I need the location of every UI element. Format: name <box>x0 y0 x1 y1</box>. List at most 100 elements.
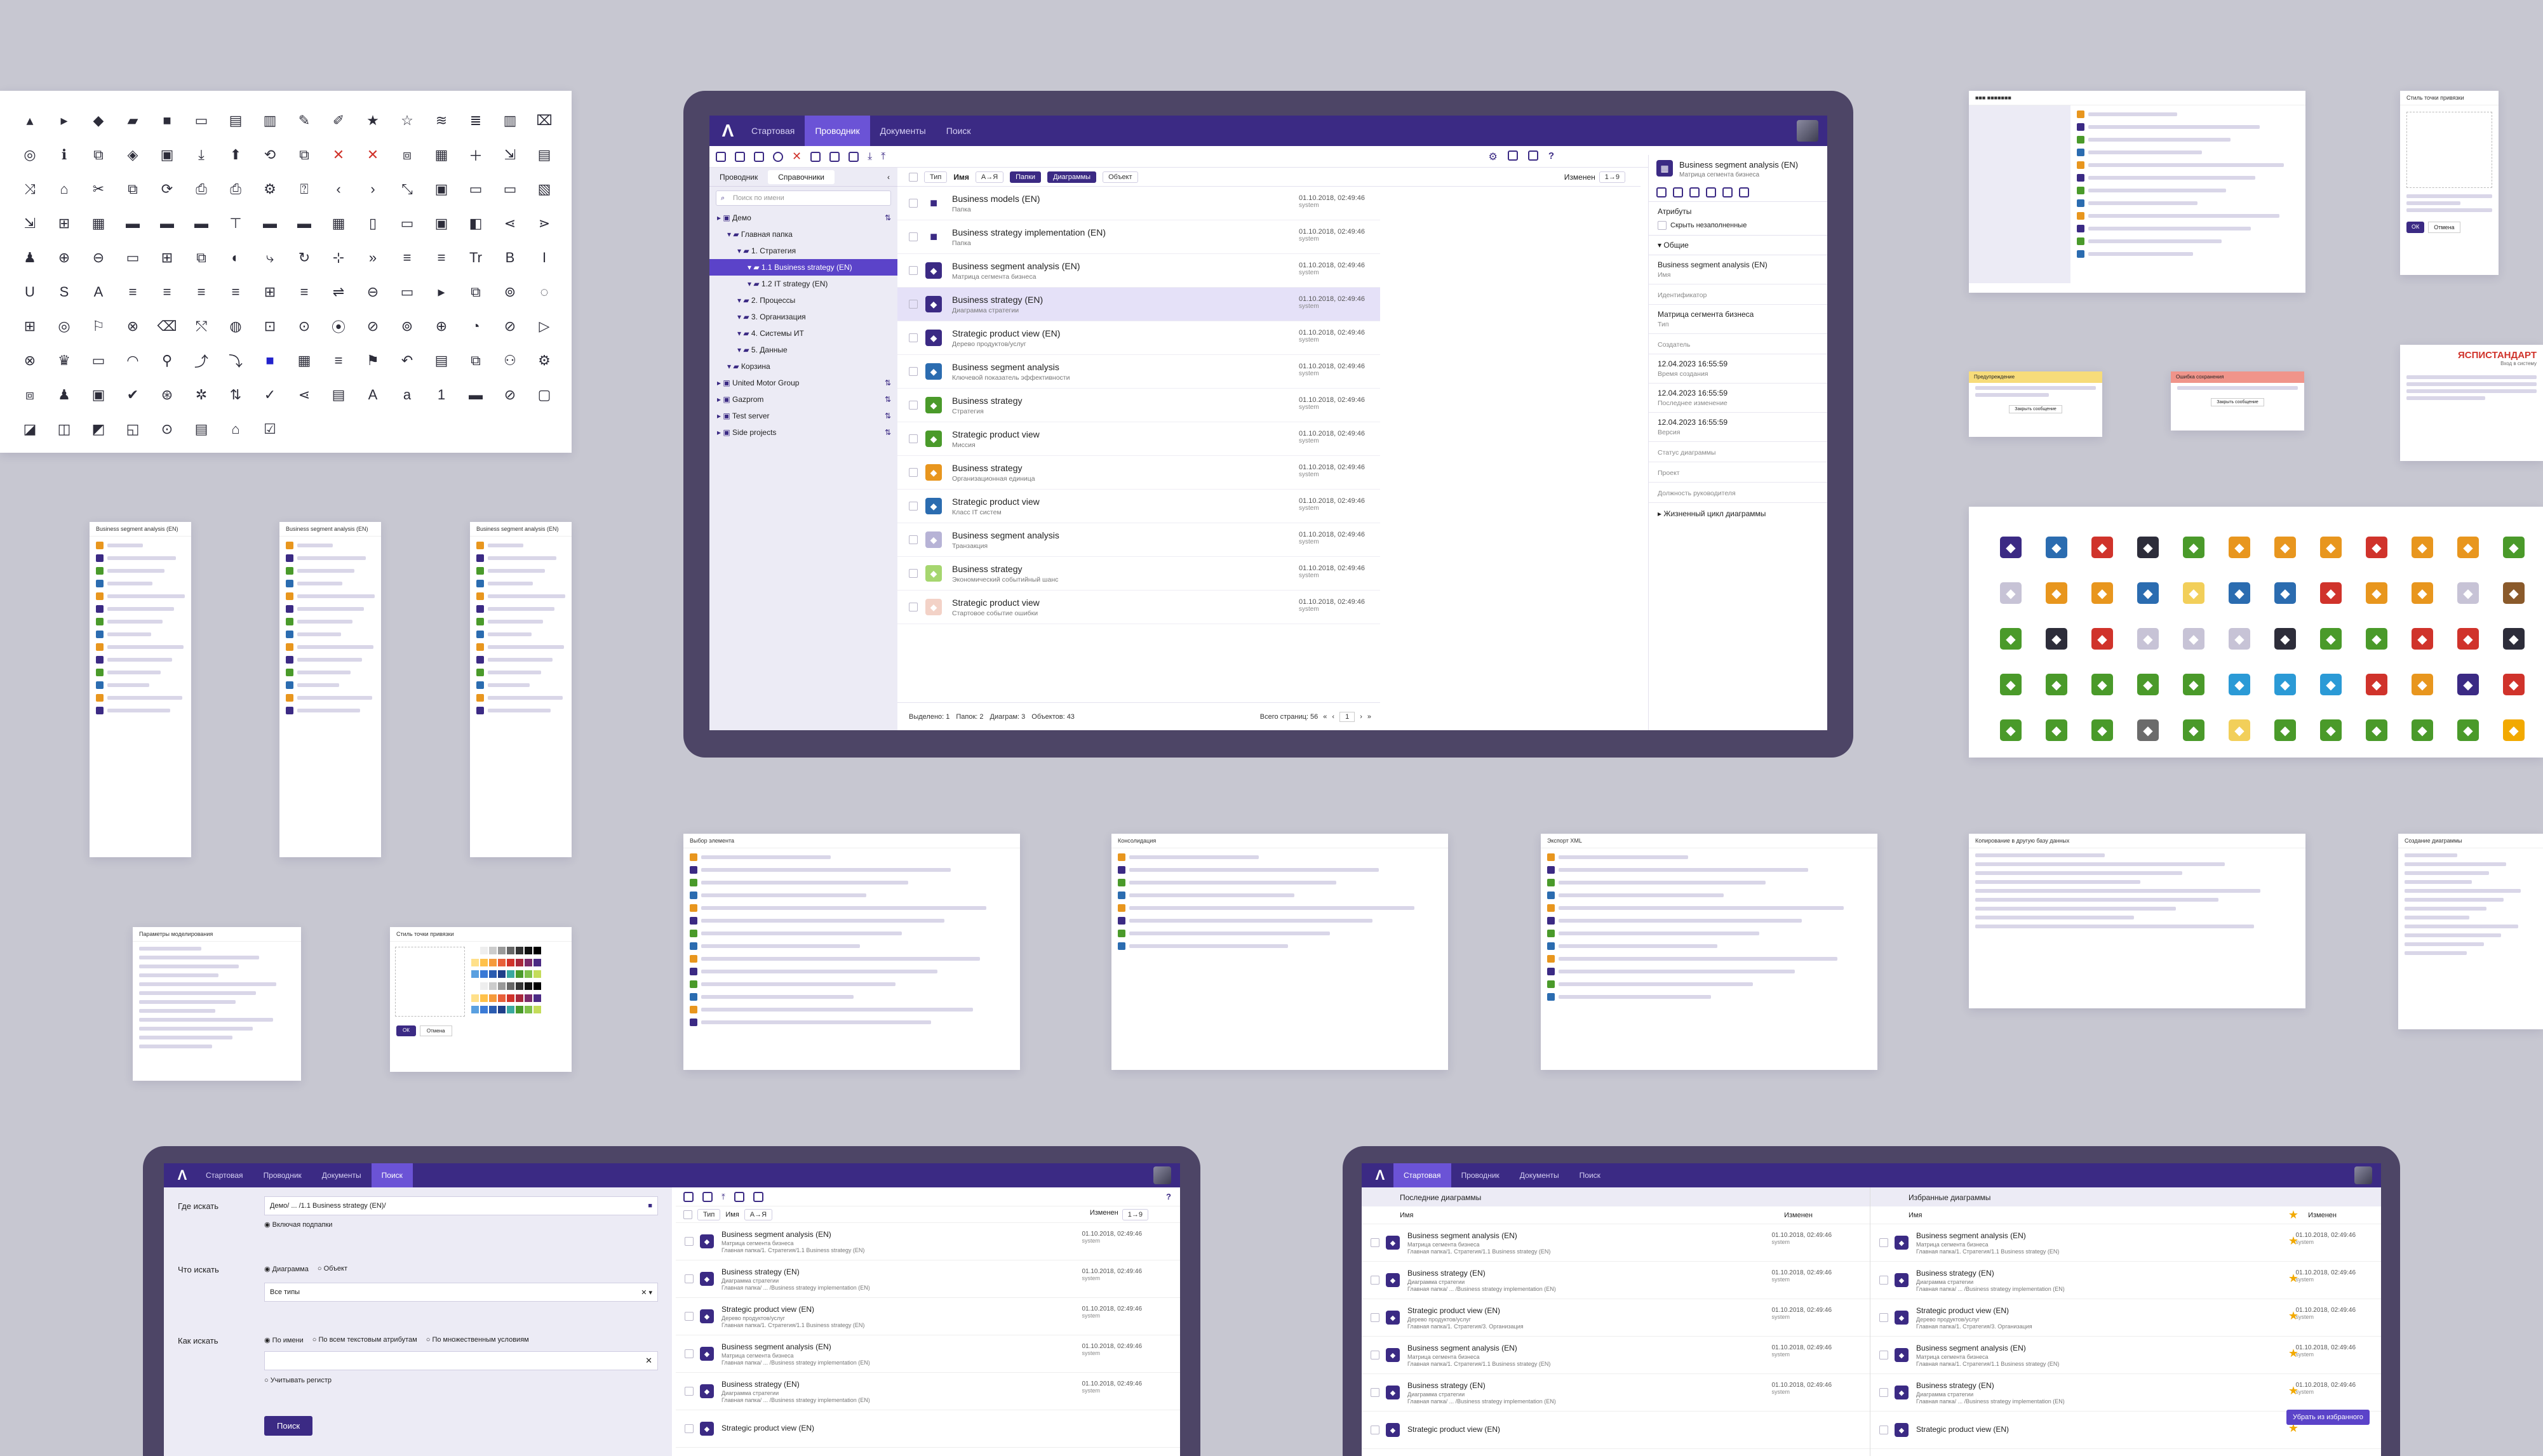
recent-changed-header[interactable]: Изменен <box>1784 1212 1813 1219</box>
recent-name-header[interactable]: Имя <box>1400 1212 1413 1219</box>
filter-objects[interactable]: Объект <box>1103 171 1138 183</box>
how-name-radio[interactable]: ◉ По имени <box>264 1336 304 1344</box>
search-select-all[interactable] <box>683 1210 692 1219</box>
link-icon[interactable] <box>849 151 859 162</box>
tab-3[interactable]: Поиск <box>1569 1163 1611 1187</box>
first-page-button[interactable]: « <box>1323 713 1327 721</box>
tree-node[interactable]: ▾ ▰ Главная папка <box>709 226 897 243</box>
row-checkbox[interactable] <box>685 1312 694 1321</box>
select-all-checkbox[interactable] <box>909 172 918 182</box>
copy-icon[interactable] <box>754 151 764 162</box>
name-column-header[interactable]: Имя <box>953 173 969 182</box>
start-avatar[interactable] <box>2354 1166 2372 1184</box>
result-row[interactable]: ◆ Strategic product view (EN) Дерево проду… <box>1870 1299 2381 1337</box>
property-row[interactable]: Матрица сегмента бизнеса Тип <box>1649 305 1827 334</box>
result-row[interactable]: ◆ Business segment analysis (EN) Матрица с… <box>1362 1224 1870 1262</box>
result-row[interactable]: ◆ Strategic product view (EN) <box>676 1410 1180 1448</box>
tree-node[interactable]: ▾ ▰ 2. Процессы <box>709 292 897 309</box>
result-row[interactable]: ◆ Business segment analysis (EN) Матрица с… <box>1870 1224 2381 1262</box>
sync-icon[interactable]: ⇅ <box>885 375 891 391</box>
row-checkbox[interactable] <box>909 502 918 511</box>
app-logo[interactable]: Λ <box>718 121 737 140</box>
props-comment-icon[interactable] <box>1722 187 1733 197</box>
tree-node[interactable]: ▾ ▰ Корзина <box>709 358 897 375</box>
list-item[interactable]: ◆ Strategic product view Класс IT систем 01… <box>897 490 1380 523</box>
tab-0[interactable]: Стартовая <box>196 1163 253 1187</box>
tab-2[interactable]: Документы <box>312 1163 372 1187</box>
list-item[interactable]: ◆ Strategic product view Стартовое событие… <box>897 591 1380 624</box>
row-checkbox[interactable] <box>909 199 918 208</box>
avatar[interactable] <box>1797 120 1818 142</box>
help-icon[interactable]: ? <box>1548 150 1554 163</box>
list-item[interactable]: ■ Business strategy implementation (EN) Па… <box>897 220 1380 254</box>
property-row[interactable]: 12.04.2023 16:55:59 Время создания <box>1649 354 1827 384</box>
row-checkbox[interactable] <box>909 232 918 241</box>
tree-node[interactable]: ▾ ▰ 5. Данные <box>709 342 897 358</box>
row-checkbox[interactable] <box>685 1274 694 1283</box>
error-close-button[interactable]: Закрыть сообщение <box>2211 398 2264 406</box>
warning-close-button[interactable]: Закрыть сообщение <box>2009 405 2062 413</box>
list-item[interactable]: ◆ Strategic product view Миссия 01.10.2018,… <box>897 422 1380 456</box>
result-row[interactable]: ◆ Strategic product view (EN) Дерево проду… <box>1362 1299 1870 1337</box>
list-item[interactable]: ◆ Business segment analysis Транзакция 01.1… <box>897 523 1380 557</box>
search-link-icon[interactable] <box>702 1191 713 1202</box>
row-checkbox[interactable] <box>909 434 918 443</box>
tab-3[interactable]: Поиск <box>371 1163 413 1187</box>
props-link-icon[interactable] <box>1689 187 1700 197</box>
tab-1[interactable]: Проводник <box>253 1163 312 1187</box>
row-checkbox[interactable] <box>909 266 918 275</box>
result-row[interactable]: ◆ Business segment analysis (EN) Матрица с… <box>676 1335 1180 1373</box>
row-checkbox[interactable] <box>1879 1426 1888 1434</box>
start-app-logo[interactable]: Λ <box>1371 1166 1390 1185</box>
result-row[interactable]: ◆ Business strategy (EN) Диаграмма стратег… <box>1870 1374 2381 1412</box>
list-item[interactable]: ◆ Strategic product view (EN) Дерево проду… <box>897 321 1380 355</box>
row-checkbox[interactable] <box>1879 1388 1888 1397</box>
props-attr-icon[interactable] <box>1673 187 1683 197</box>
cut-icon[interactable] <box>810 151 821 162</box>
tab-directories[interactable]: Справочники <box>768 170 835 184</box>
property-row[interactable]: 12.04.2023 16:55:59 Версия <box>1649 413 1827 442</box>
collapse-icon[interactable]: ‹ <box>887 173 890 182</box>
sync-icon[interactable]: ⇅ <box>885 424 891 441</box>
hide-empty-checkbox[interactable] <box>1658 221 1667 230</box>
row-checkbox[interactable] <box>909 603 918 611</box>
row-checkbox[interactable] <box>909 300 918 309</box>
sync-icon[interactable]: ⇅ <box>885 210 891 226</box>
property-row[interactable]: Должность руководителя <box>1649 483 1827 503</box>
row-checkbox[interactable] <box>909 367 918 376</box>
tab-1[interactable]: Проводник <box>1451 1163 1510 1187</box>
tab-0[interactable]: Стартовая <box>1393 1163 1451 1187</box>
row-checkbox[interactable] <box>1371 1388 1379 1397</box>
result-row[interactable]: ◆ Business strategy (EN) Диаграмма стратег… <box>1362 1374 1870 1412</box>
new-diagram-icon[interactable] <box>735 151 745 162</box>
row-checkbox[interactable] <box>909 535 918 544</box>
property-row[interactable]: Проект <box>1649 462 1827 483</box>
result-row[interactable]: ◆ Business strategy (EN) Диаграмма стратег… <box>676 1260 1180 1298</box>
property-row[interactable]: 12.04.2023 16:55:59 Последнее изменение <box>1649 384 1827 413</box>
fav-name-header[interactable]: Имя <box>1909 1212 1922 1219</box>
tree-node[interactable]: ▾ ▰ 1.2 IT strategy (EN) <box>709 276 897 292</box>
tab-2[interactable]: Документы <box>1510 1163 1569 1187</box>
search-upload-icon[interactable]: ⤒ <box>721 1192 725 1202</box>
name-sort[interactable]: А→Я <box>975 171 1004 183</box>
search-changed-header[interactable]: Изменен <box>1090 1209 1118 1220</box>
row-checkbox[interactable] <box>1371 1276 1379 1285</box>
search-app-logo[interactable]: Λ <box>173 1166 192 1185</box>
list-item[interactable]: ■ Business models (EN) Папка 01.10.2018, 02… <box>897 187 1380 220</box>
result-row[interactable]: ◆ Business segment analysis (EN) Матрица с… <box>1870 1337 2381 1374</box>
print-icon[interactable] <box>1527 150 1538 161</box>
result-row[interactable]: ◆ Strategic product view (EN) <box>1362 1412 1870 1449</box>
result-row[interactable]: ◆ Business strategy (EN) Диаграмма стратег… <box>1362 1262 1870 1299</box>
row-checkbox[interactable] <box>685 1237 694 1246</box>
row-checkbox[interactable] <box>1879 1238 1888 1247</box>
download-icon[interactable]: ⤓ <box>868 151 872 163</box>
tab-explorer[interactable]: Проводник <box>709 173 768 182</box>
row-checkbox[interactable] <box>685 1387 694 1396</box>
property-row[interactable]: Статус диаграммы <box>1649 442 1827 462</box>
settings-icon[interactable]: ⚙ <box>1488 150 1497 163</box>
props-doc-icon[interactable] <box>1706 187 1716 197</box>
row-checkbox[interactable] <box>1879 1276 1888 1285</box>
new-folder-icon[interactable] <box>716 151 726 162</box>
property-row[interactable]: Идентификатор <box>1649 284 1827 305</box>
include-sub-radio[interactable]: ◉ Включая подпапки <box>264 1220 332 1229</box>
